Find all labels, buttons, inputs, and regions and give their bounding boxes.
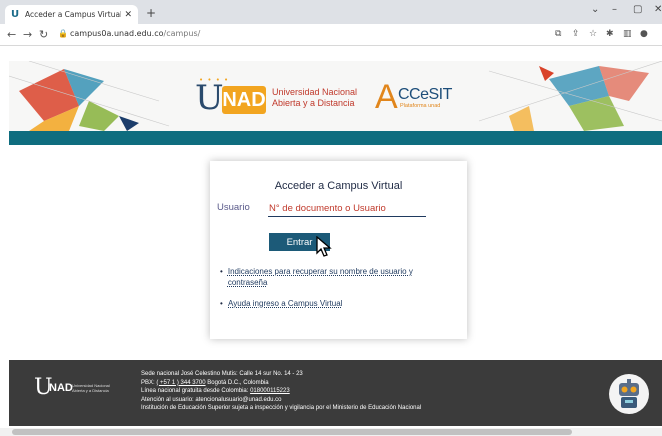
user-label: Usuario bbox=[217, 202, 250, 213]
accesit-logo-title: CCeSIT bbox=[398, 86, 452, 103]
list-item: • Ayuda ingreso a Campus Virtual bbox=[220, 298, 450, 309]
new-tab-button[interactable]: + bbox=[146, 6, 156, 20]
reload-icon[interactable]: ↻ bbox=[39, 28, 48, 41]
accesit-logo-a: A bbox=[375, 78, 398, 116]
free-line-link[interactable]: 018000115223 bbox=[250, 388, 290, 394]
install-app-icon[interactable]: ⧉ bbox=[555, 29, 561, 39]
chatbot-avatar-icon[interactable] bbox=[609, 374, 649, 414]
profile-icon[interactable]: ● bbox=[640, 29, 648, 39]
footer-institution: Institución de Educación Superior sujeta… bbox=[141, 405, 422, 411]
login-title: Acceder a Campus Virtual bbox=[274, 180, 403, 192]
minimize-icon[interactable]: – bbox=[612, 4, 617, 15]
browser-tab-bar: U Acceder a Campus Virtual - Univ ✕ + ⌄ … bbox=[0, 0, 662, 24]
tab-close-icon[interactable]: ✕ bbox=[124, 10, 132, 20]
close-window-icon[interactable]: ✕ bbox=[654, 4, 662, 15]
tab-search-icon[interactable]: ⌄ bbox=[591, 4, 599, 15]
list-item: • Indicaciones para recuperar su nombre … bbox=[220, 266, 450, 288]
horizontal-scrollbar[interactable] bbox=[0, 428, 662, 436]
unad-logo-u: U bbox=[195, 78, 224, 118]
forward-icon[interactable]: → bbox=[23, 28, 32, 41]
footer-attention: Atención al usuario: atencionalusuario@u… bbox=[141, 396, 282, 403]
extensions-icon[interactable]: ✱ bbox=[606, 29, 614, 39]
url-text: campus0a.unad.edu.co/campus/ bbox=[70, 29, 201, 38]
browser-tab[interactable]: U Acceder a Campus Virtual - Univ ✕ bbox=[5, 5, 138, 24]
footer-contact-info: Sede nacional José Celestino Mutis: Call… bbox=[141, 370, 421, 413]
side-panel-icon[interactable]: ▥ bbox=[623, 29, 632, 39]
footer-free-line: Línea nacional gratuita desde Colombia: … bbox=[141, 388, 290, 394]
share-icon[interactable]: ⇪ bbox=[572, 29, 580, 39]
university-name: Universidad Nacional Abierta y a Distanc… bbox=[272, 87, 358, 108]
bullet: • bbox=[220, 299, 223, 308]
bookmark-star-icon[interactable]: ☆ bbox=[589, 29, 597, 39]
help-links: • Indicaciones para recuperar su nombre … bbox=[220, 266, 450, 319]
unad-logo-nad: NAD bbox=[222, 86, 266, 114]
lock-icon[interactable]: 🔒 bbox=[58, 29, 68, 38]
maximize-icon[interactable]: ▢ bbox=[633, 4, 642, 15]
recover-username-link[interactable]: Indicaciones para recuperar su nombre de… bbox=[228, 266, 450, 288]
scrollbar-thumb[interactable] bbox=[12, 429, 572, 435]
mouse-pointer-icon bbox=[316, 236, 332, 257]
footer-address: Sede nacional José Celestino Mutis: Call… bbox=[141, 371, 303, 377]
bullet: • bbox=[220, 267, 223, 276]
back-icon[interactable]: ← bbox=[7, 28, 16, 41]
footer-logo-text: Universidad Nacional Abierta y a Distanc… bbox=[72, 383, 110, 393]
accesit-logo-subtitle: Plataforma unad bbox=[400, 103, 441, 109]
pbx-link[interactable]: ( +57 1 ) 344 3700 bbox=[156, 380, 205, 386]
login-card: Acceder a Campus Virtual Usuario Entrar … bbox=[210, 161, 467, 339]
footer: U NAD Universidad Nacional Abierta y a D… bbox=[9, 360, 662, 426]
user-input[interactable] bbox=[268, 201, 426, 217]
tab-title: Acceder a Campus Virtual - Univ bbox=[25, 10, 122, 19]
unad-favicon-icon: U bbox=[11, 8, 20, 20]
footer-pbx: PBX: ( +57 1 ) 344 3700 Bogotá D.C., Col… bbox=[141, 379, 269, 386]
login-help-link[interactable]: Ayuda ingreso a Campus Virtual bbox=[228, 298, 342, 309]
teal-band bbox=[9, 131, 662, 145]
address-bar[interactable]: 🔒 campus0a.unad.edu.co/campus/ bbox=[58, 27, 568, 43]
footer-logo-nad: NAD bbox=[49, 382, 73, 394]
browser-toolbar: ← → ↻ 🔒 campus0a.unad.edu.co/campus/ ⧉ ⇪… bbox=[0, 24, 662, 46]
